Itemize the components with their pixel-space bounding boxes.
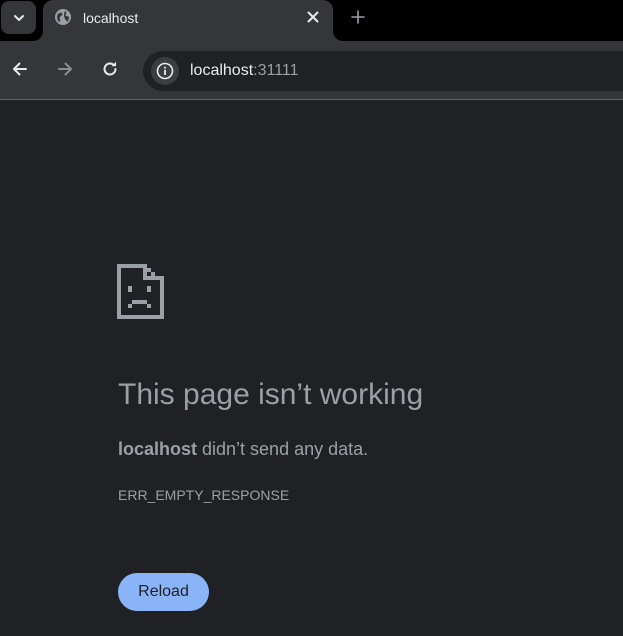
address-bar[interactable]: localhost:31111 — [143, 51, 623, 91]
info-icon — [156, 62, 174, 80]
sad-page-icon — [117, 264, 164, 319]
tab-search-button[interactable] — [1, 1, 36, 34]
error-message-host: localhost — [118, 439, 198, 459]
error-message: localhost didn’t send any data. — [118, 439, 368, 460]
plus-icon — [351, 10, 365, 24]
reload-button[interactable]: Reload — [118, 573, 209, 611]
new-tab-button[interactable] — [346, 5, 370, 29]
browser-toolbar: localhost:31111 — [0, 41, 623, 100]
error-message-text: didn’t send any data. — [197, 439, 369, 459]
chevron-down-icon — [13, 14, 24, 21]
error-page: This page isn’t working localhost didn’t… — [0, 100, 623, 636]
reload-icon — [103, 61, 117, 76]
url-host: localhost — [190, 62, 254, 79]
forward-button[interactable] — [53, 57, 77, 81]
tab-localhost[interactable]: localhost — [43, 0, 333, 41]
reload-page-button[interactable] — [98, 57, 122, 81]
back-button[interactable] — [8, 57, 32, 81]
site-info-button[interactable] — [151, 57, 179, 85]
tab-strip: localhost — [0, 0, 623, 41]
browser-window: localhost localhost:31111 This page isn’… — [0, 0, 623, 636]
globe-icon — [55, 9, 71, 25]
tab-close-button[interactable] — [302, 6, 324, 28]
arrow-left-icon — [13, 62, 27, 76]
error-title: This page isn’t working — [118, 378, 424, 411]
url-text[interactable]: localhost:31111 — [190, 62, 299, 80]
url-port: :31111 — [253, 62, 299, 79]
tab-title: localhost — [83, 10, 139, 26]
arrow-right-icon — [58, 62, 72, 76]
close-icon — [307, 11, 319, 23]
error-code: ERR_EMPTY_RESPONSE — [118, 487, 290, 503]
